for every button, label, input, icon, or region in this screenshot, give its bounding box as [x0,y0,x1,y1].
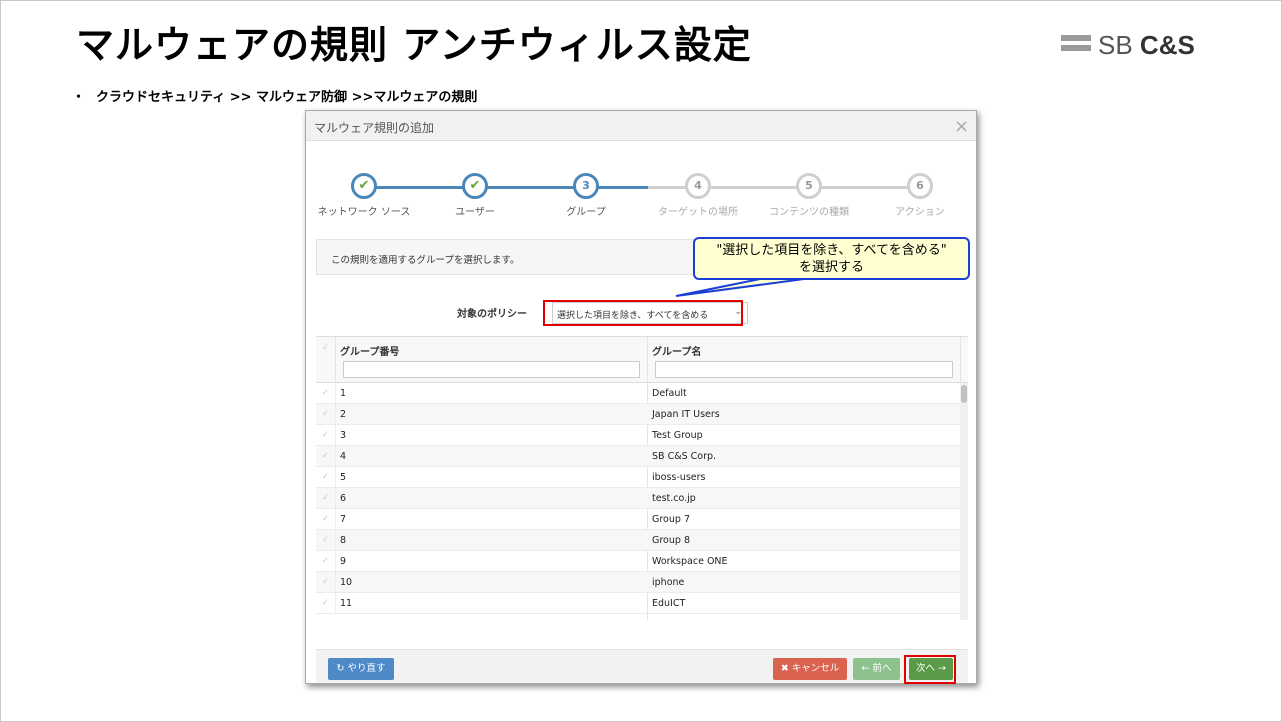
table-row[interactable]: ✓ 11 EduICT [316,593,960,614]
add-malware-rule-dialog: マルウェア規則の追加 × ✔ ネットワーク ソース ✔ ユーザー 3 グループ … [305,110,977,684]
select-all-checkbox[interactable]: ✓ [316,337,336,383]
cell-group-number: 10 [340,577,353,588]
cell-group-name: Default [652,388,687,399]
bullet: ・ [72,90,86,105]
column-header-group-name[interactable]: グループ名 [652,343,701,358]
logo-bars-icon [1061,35,1091,55]
row-checkbox[interactable]: ✓ [316,488,336,509]
instruction-callout: "選択した項目を除き、すべてを含める" を選択する [693,237,970,280]
policy-select[interactable]: 選択した項目を除き、すべてを含める ⌄ [552,302,748,324]
cell-group-number: 9 [340,556,347,567]
table-row[interactable]: ✓ 9 Workspace ONE [316,551,960,572]
check-icon: ✔ [358,178,370,193]
step-target-location[interactable]: 4 ターゲットの場所 [638,173,758,223]
row-checkbox[interactable]: ✓ [316,572,336,593]
table-row[interactable]: ✓ 1 Default [316,383,960,404]
row-checkbox[interactable]: ✓ [316,509,336,530]
cell-group-name: Test Group [652,430,703,441]
policy-select-value: 選択した項目を除き、すべてを含める [557,311,709,321]
next-button[interactable]: 次へ → [909,658,953,680]
step-number: 3 [573,173,599,199]
step-label: ネットワーク ソース [317,207,411,218]
step-label: ターゲットの場所 [658,207,738,218]
step-label: アクション [895,207,945,218]
dialog-title: マルウェア規則の追加 [314,121,435,135]
table-body: ✓ 1 Default ✓ 2 Japan IT Users ✓ 3 Test Group … [316,383,968,620]
dialog-body: ✔ ネットワーク ソース ✔ ユーザー 3 グループ 4 ターゲットの場所 5 … [316,141,968,641]
row-checkbox[interactable]: ✓ [316,446,336,467]
cell-group-number: 3 [340,430,347,441]
step-label: ユーザー [455,207,495,218]
redo-button[interactable]: ↻ やり直す [328,658,394,680]
cell-group-name: Japan IT Users [652,409,720,420]
table-row[interactable]: ✓ 4 SB C&S Corp. [316,446,960,467]
row-checkbox[interactable]: ✓ [316,425,336,446]
step-groups[interactable]: 3 グループ [526,173,646,223]
header-scroll-gutter [960,337,968,383]
table-row[interactable]: ✓ 2 Japan IT Users [316,404,960,425]
slide-title: マルウェアの規則 アンチウィルス設定 [76,23,752,67]
callout-line-1: "選択した項目を除き、すべてを含める" [716,243,947,258]
step-label: グループ [566,207,606,218]
row-checkbox[interactable]: ✓ [316,530,336,551]
breadcrumb: ・クラウドセキュリティ >> マルウェア防御 >>マルウェアの規則 [72,86,477,105]
logo-sb: SB [1098,30,1133,60]
row-checkbox[interactable]: ✓ [316,467,336,488]
step-action[interactable]: 6 アクション [860,173,976,223]
group-table: ✓ グループ番号 グループ名 ✓ 1 Default ✓ 2 Japan IT User… [316,336,968,620]
table-row[interactable]: ✓ 5 iboss-users [316,467,960,488]
step-network-source[interactable]: ✔ ネットワーク ソース [306,173,424,223]
sb-cs-logo: SB C&S [1061,30,1201,62]
step-label: コンテンツの種類 [769,207,849,218]
row-checkbox[interactable]: ✓ [316,551,336,572]
cell-group-number: 1 [340,388,347,399]
close-icon[interactable]: × [954,116,969,137]
previous-button[interactable]: ← 前へ [853,658,900,680]
row-checkbox[interactable]: ✓ [316,383,336,404]
table-header: ✓ グループ番号 グループ名 [316,337,968,383]
cell-group-number: 7 [340,514,347,525]
scrollbar-thumb[interactable] [961,385,967,403]
chevron-down-icon: ⌄ [734,307,742,317]
cell-group-name: test.co.jp [652,493,696,504]
table-row[interactable]: ✓ 6 test.co.jp [316,488,960,509]
cell-group-name: Group 7 [652,514,690,525]
cell-group-number: 4 [340,451,347,462]
logo-cs: C&S [1139,30,1195,60]
cell-group-name: iboss-users [652,472,706,483]
cell-group-number: 11 [340,598,353,609]
step-number: 6 [907,173,933,199]
check-icon: ✔ [469,178,481,193]
info-text: この規則を適用するグループを選択します。 [331,255,520,266]
step-content-type[interactable]: 5 コンテンツの種類 [749,173,869,223]
cell-group-name: EduICT [652,598,686,609]
cell-group-number: 5 [340,472,347,483]
filter-group-name[interactable] [655,361,953,378]
table-row[interactable]: ✓ 3 Test Group [316,425,960,446]
filter-group-number[interactable] [343,361,640,378]
cell-group-name: Group 8 [652,535,690,546]
cell-group-name: iphone [652,577,685,588]
policy-label: 対象のポリシー [457,309,527,320]
table-row[interactable]: ✓ 8 Group 8 [316,530,960,551]
step-number: 4 [685,173,711,199]
row-checkbox[interactable]: ✓ [316,593,336,614]
cell-group-name: Workspace ONE [652,556,728,567]
dialog-header: マルウェア規則の追加 × [306,111,976,141]
row-checkbox[interactable]: ✓ [316,404,336,425]
breadcrumb-text: クラウドセキュリティ >> マルウェア防御 >>マルウェアの規則 [96,90,478,105]
cell-group-number: 6 [340,493,347,504]
table-row[interactable]: ✓ 7 Group 7 [316,509,960,530]
table-scrollbar[interactable] [960,383,968,620]
step-users[interactable]: ✔ ユーザー [415,173,535,223]
callout-line-2: を選択する [798,260,864,275]
column-header-group-number[interactable]: グループ番号 [340,343,399,358]
cancel-button[interactable]: ✖ キャンセル [773,658,847,680]
cell-group-name: SB C&S Corp. [652,451,717,462]
dialog-footer: ↻ やり直す ✖ キャンセル ← 前へ 次へ → [316,649,968,683]
cell-group-number: 8 [340,535,347,546]
cell-group-number: 2 [340,409,347,420]
table-row[interactable]: ✓ 10 iphone [316,572,960,593]
step-number: 5 [796,173,822,199]
